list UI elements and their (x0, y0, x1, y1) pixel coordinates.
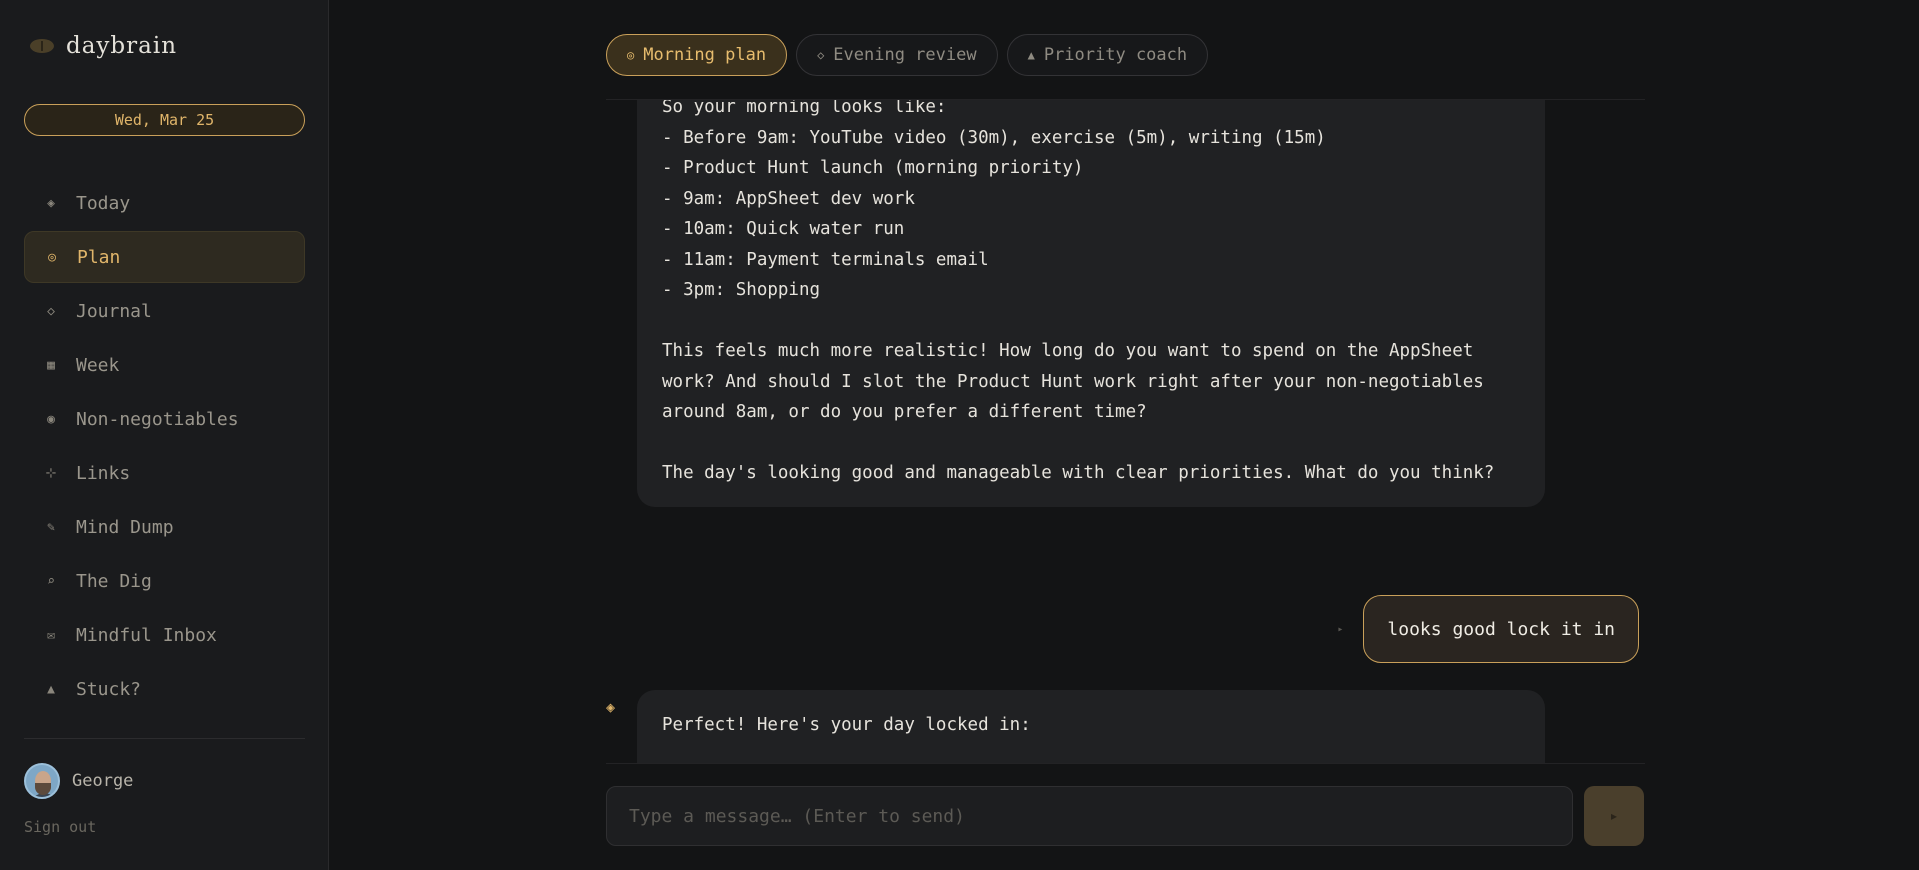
user-message-row: ▸ looks good lock it in (1337, 595, 1639, 663)
brain-icon (30, 39, 54, 53)
diamond-dot-icon: ◈ (47, 195, 55, 211)
message-input[interactable] (606, 786, 1573, 846)
sidebar-item-label: Mind Dump (76, 516, 174, 538)
assistant-marker-icon: ◈ (606, 698, 616, 716)
tab-label: Priority coach (1043, 45, 1188, 65)
sidebar-item-label: Today (76, 192, 131, 214)
diamond-icon: ◇ (47, 303, 55, 319)
sidebar-item-week[interactable]: ▦ Week (24, 339, 305, 391)
sidebar-item-label: Non-negotiables (76, 408, 239, 430)
sidebar-nav: ◈ Today ◎ Plan ◇ Journal ▦ Week ◉ Non-ne… (24, 177, 305, 717)
brand[interactable]: daybrain (30, 33, 177, 59)
tab-evening-review[interactable]: ◇ Evening review (796, 34, 998, 76)
user-message: looks good lock it in (1363, 595, 1639, 663)
sidebar-item-label: Journal (76, 300, 152, 322)
tab-morning-plan[interactable]: ◎ Morning plan (606, 34, 788, 76)
sidebar-divider (24, 738, 305, 739)
link-icon: ⊹ (45, 465, 57, 481)
tab-label: Evening review (833, 45, 977, 65)
avatar[interactable] (24, 763, 60, 799)
mode-tabs: ◎ Morning plan ◇ Evening review ▲ Priori… (606, 34, 1209, 76)
sidebar-item-label: Week (76, 354, 120, 376)
sidebar-item-today[interactable]: ◈ Today (24, 177, 305, 229)
circle-dot-icon: ◉ (47, 411, 55, 427)
sidebar-item-label: Stuck? (76, 678, 142, 700)
sidebar-item-label: The Dig (76, 570, 152, 592)
sidebar-item-label: Plan (77, 246, 121, 268)
target-icon: ◎ (627, 48, 635, 62)
main-panel: ◎ Morning plan ◇ Evening review ▲ Priori… (330, 0, 1919, 870)
sidebar-item-journal[interactable]: ◇ Journal (24, 285, 305, 337)
target-icon: ◎ (48, 249, 56, 265)
assistant-message: So your morning looks like: - Before 9am… (637, 100, 1545, 507)
sidebar-item-stuck[interactable]: ▲ Stuck? (24, 663, 305, 715)
composer-divider (606, 763, 1645, 764)
grid-icon: ▦ (47, 357, 55, 373)
send-icon: ▸ (1610, 809, 1618, 823)
triangle-icon: ▲ (47, 681, 55, 697)
chat-thread[interactable]: So your morning looks like: - Before 9am… (606, 100, 1645, 763)
sidebar-item-the-dig[interactable]: ⌕ The Dig (24, 555, 305, 607)
tab-priority-coach[interactable]: ▲ Priority coach (1006, 34, 1209, 76)
sidebar-item-links[interactable]: ⊹ Links (24, 447, 305, 499)
sidebar-item-label: Mindful Inbox (76, 624, 217, 646)
sidebar-item-label: Links (76, 462, 131, 484)
sidebar-item-mindful-inbox[interactable]: ✉ Mindful Inbox (24, 609, 305, 661)
triangle-icon: ▲ (1027, 48, 1035, 62)
sign-out-link[interactable]: Sign out (24, 818, 96, 836)
user-marker-icon: ▸ (1337, 623, 1344, 635)
sidebar-item-mind-dump[interactable]: ✎ Mind Dump (24, 501, 305, 553)
user-profile[interactable]: George (24, 763, 133, 799)
sidebar-item-plan[interactable]: ◎ Plan (24, 231, 305, 283)
date-badge[interactable]: Wed, Mar 25 (24, 104, 305, 136)
tab-label: Morning plan (643, 45, 767, 65)
search-icon: ⌕ (47, 573, 55, 589)
sidebar-item-non-negotiables[interactable]: ◉ Non-negotiables (24, 393, 305, 445)
user-name: George (72, 771, 134, 791)
diamond-icon: ◇ (817, 48, 825, 62)
mail-icon: ✉ (47, 627, 55, 643)
send-button[interactable]: ▸ (1584, 786, 1644, 846)
assistant-message: Perfect! Here's your day locked in: (637, 690, 1545, 763)
app-name: daybrain (66, 33, 178, 59)
sidebar: daybrain Wed, Mar 25 ◈ Today ◎ Plan ◇ Jo… (0, 0, 329, 870)
pencil-icon: ✎ (47, 519, 55, 535)
